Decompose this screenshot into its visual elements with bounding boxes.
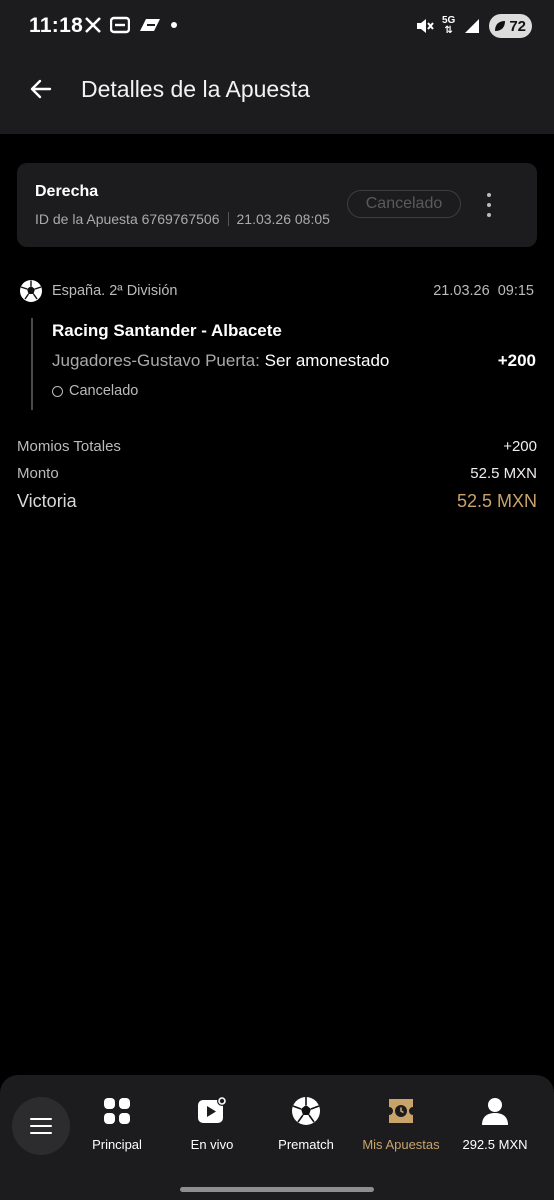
bet-summary-card: Derecha ID de la Apuesta 6769767506 21.0… — [17, 163, 537, 247]
stake-row: Monto 52.5 MXN — [17, 465, 537, 482]
x-logo-icon — [85, 17, 101, 33]
win-row: Victoria 52.5 MXN — [17, 491, 537, 512]
selection-name: Ser amonestado — [264, 351, 390, 370]
signal-icon — [465, 19, 480, 33]
league-row: España. 2ª División 21.03.26 09:15 — [19, 278, 534, 304]
league-name: España. 2ª División — [52, 283, 178, 299]
notification-icons — [84, 16, 178, 34]
more-options-icon[interactable] — [483, 191, 495, 219]
bet-id: ID de la Apuesta 6769767506 — [35, 211, 220, 227]
mute-icon — [416, 19, 434, 33]
bet-status-badge: Cancelado — [347, 190, 461, 218]
total-odds-value: +200 — [503, 438, 537, 455]
network-indicator: 5G ⇅ — [441, 15, 456, 36]
nav-label-en-vivo: En vivo — [190, 1137, 234, 1152]
selection-odd: +200 — [497, 351, 536, 370]
app-notification-icon — [110, 16, 130, 34]
clock: 11:18 — [29, 14, 84, 37]
home-indicator — [180, 1187, 374, 1192]
soccer-ball-icon — [20, 280, 42, 302]
live-play-icon — [198, 1096, 227, 1123]
nav-en-vivo[interactable]: En vivo — [162, 1095, 262, 1152]
bet-placed-datetime: 21.03.26 08:05 — [236, 211, 330, 227]
nav-prematch[interactable]: Prematch — [256, 1095, 356, 1152]
market-line: Jugadores-Gustavo Puerta: Ser amonestado — [52, 351, 389, 371]
nav-label-balance: 292.5 MXN — [462, 1137, 528, 1152]
selection-divider — [31, 318, 33, 410]
nav-label-mis-apuestas: Mis Apuestas — [362, 1137, 440, 1152]
app-header: Detalles de la Apuesta — [0, 54, 554, 134]
nav-label-principal: Principal — [92, 1137, 142, 1152]
selection-status-label: Cancelado — [69, 383, 139, 399]
ticket-clock-icon — [389, 1099, 413, 1123]
battery-leaf-icon — [495, 21, 506, 31]
win-value: 52.5 MXN — [456, 491, 537, 511]
back-arrow-icon[interactable] — [28, 76, 54, 102]
selection-status: Cancelado — [52, 383, 138, 399]
user-icon — [482, 1098, 508, 1125]
stake-value: 52.5 MXN — [470, 465, 537, 482]
event-datetime: 21.03.26 09:15 — [433, 283, 534, 299]
meta-divider — [227, 212, 229, 226]
page-title: Detalles de la Apuesta — [81, 76, 310, 102]
stake-label: Monto — [17, 465, 59, 482]
market-name: Jugadores-Gustavo Puerta: — [52, 351, 260, 370]
app-logo-icon — [140, 19, 160, 31]
nav-mis-apuestas[interactable]: Mis Apuestas — [351, 1095, 451, 1152]
menu-button[interactable] — [12, 1097, 70, 1155]
bottom-navigation: Principal En vivo Prematch Mis Apuestas — [0, 1075, 554, 1200]
bet-meta: ID de la Apuesta 6769767506 21.03.26 08:… — [35, 211, 330, 227]
grid-icon — [104, 1098, 130, 1124]
system-icons: 5G ⇅ 72 — [414, 14, 532, 38]
bet-type: Derecha — [35, 183, 99, 200]
total-odds-label: Momios Totales — [17, 438, 121, 455]
match-name: Racing Santander - Albacete — [52, 321, 282, 340]
nav-label-prematch: Prematch — [278, 1137, 334, 1152]
battery-level: 72 — [509, 17, 526, 35]
win-label: Victoria — [17, 491, 77, 511]
status-bar: 11:18 5G ⇅ 72 — [0, 0, 554, 54]
status-circle-icon — [52, 385, 63, 397]
dot-icon — [171, 22, 177, 28]
battery-indicator: 72 — [489, 14, 532, 38]
nav-principal[interactable]: Principal — [67, 1095, 167, 1152]
nav-account-balance[interactable]: 292.5 MXN — [445, 1095, 545, 1152]
soccer-ball-icon — [292, 1097, 320, 1125]
total-odds-row: Momios Totales +200 — [17, 438, 537, 455]
